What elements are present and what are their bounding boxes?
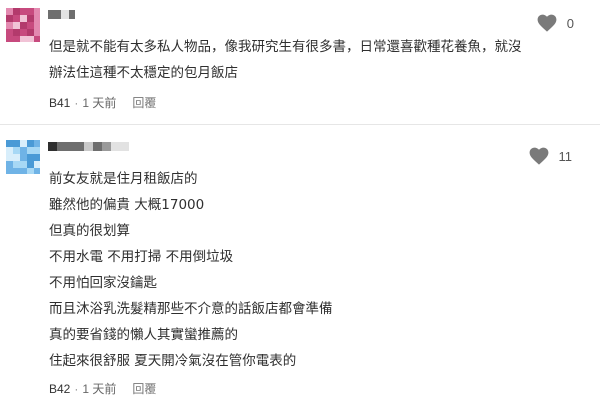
comment-line: 前女友就是住月租飯店的 xyxy=(49,171,198,187)
comment-divider xyxy=(0,124,600,125)
avatar-pixel xyxy=(27,140,34,147)
name-pixel xyxy=(120,142,129,151)
name-pixel xyxy=(66,142,75,151)
name-pixel xyxy=(69,10,75,19)
avatar[interactable] xyxy=(6,8,40,42)
avatar-pixel xyxy=(13,147,20,154)
like-button[interactable]: 0 xyxy=(537,14,574,32)
avatar-pixel xyxy=(20,22,27,29)
avatar-pixel xyxy=(6,161,13,168)
avatar-pixel xyxy=(13,168,20,174)
name-pixel xyxy=(102,142,111,151)
avatar-pixel xyxy=(6,154,13,161)
name-pixel xyxy=(57,142,66,151)
avatar-pixel xyxy=(34,36,40,42)
avatar-pixel xyxy=(13,29,20,36)
avatar-pixel xyxy=(27,22,34,29)
avatar-pixel xyxy=(6,140,13,147)
avatar-pixel xyxy=(34,15,40,22)
avatar-pixel xyxy=(27,168,34,174)
name-pixel xyxy=(93,142,102,151)
avatar-pixel xyxy=(6,15,13,22)
avatar-pixel xyxy=(6,168,13,174)
avatar-pixel xyxy=(6,147,13,154)
comment-body: 前女友就是住月租飯店的 雖然他的偏貴 大概17000 但真的很划算 不用水電 不… xyxy=(49,166,333,374)
name-pixel xyxy=(48,142,57,151)
avatar-pixel xyxy=(20,8,27,15)
avatar[interactable] xyxy=(6,140,40,174)
avatar-pixel xyxy=(20,140,27,147)
avatar-pixel xyxy=(13,22,20,29)
like-button[interactable]: 11 xyxy=(529,147,573,165)
avatar-pixel xyxy=(27,36,34,42)
avatar-pixel xyxy=(13,140,20,147)
floor-number: B42 xyxy=(49,381,71,396)
avatar-pixel xyxy=(6,22,13,29)
avatar-pixel xyxy=(6,29,13,36)
avatar-pixel xyxy=(13,36,20,42)
comment-meta: B42 · 1 天前 回覆 xyxy=(49,380,156,397)
avatar-pixel xyxy=(20,147,27,154)
avatar-pixel xyxy=(13,15,20,22)
avatar-pixel xyxy=(13,154,20,161)
name-pixel xyxy=(54,10,61,19)
avatar-pixel xyxy=(34,168,40,174)
reply-button[interactable]: 回覆 xyxy=(132,380,156,397)
comment-line: 辦法住這種不太穩定的包月飯店 xyxy=(49,65,238,81)
avatar-pixel xyxy=(20,29,27,36)
comment-b41: 0 但是就不能有太多私人物品，像我研究生有很多書，日常還喜歡種花養魚，就沒 辦法… xyxy=(0,0,600,124)
avatar-pixel xyxy=(27,161,34,168)
timestamp: 1 天前 xyxy=(82,96,117,110)
heart-icon xyxy=(529,147,548,165)
avatar-pixel xyxy=(20,15,27,22)
avatar-pixel xyxy=(13,161,20,168)
meta-separator: · xyxy=(74,95,79,110)
comment-line: 而且沐浴乳洗髮精那些不介意的話飯店都會準備 xyxy=(49,301,333,317)
comment-line: 但是就不能有太多私人物品，像我研究生有很多書，日常還喜歡種花養魚，就沒 xyxy=(49,39,522,55)
meta-separator: · xyxy=(74,381,79,396)
comment-line: 不用怕回家沒鑰匙 xyxy=(49,275,157,291)
avatar-pixel xyxy=(20,168,27,174)
name-pixel xyxy=(84,142,93,151)
comment-line: 但真的很划算 xyxy=(49,223,130,239)
like-count: 0 xyxy=(566,15,574,31)
comment-line: 住起來很舒服 夏天開冷氣沒在管你電表的 xyxy=(49,353,297,369)
avatar-pixel xyxy=(27,8,34,15)
avatar-pixel xyxy=(20,154,27,161)
avatar-pixel xyxy=(34,154,40,161)
comment-meta: B41 · 1 天前 回覆 xyxy=(49,94,156,111)
avatar-pixel xyxy=(20,161,27,168)
avatar-pixel xyxy=(20,36,27,42)
avatar-pixel xyxy=(6,36,13,42)
comment-line: 不用水電 不用打掃 不用倒垃圾 xyxy=(49,249,234,265)
comment-body: 但是就不能有太多私人物品，像我研究生有很多書，日常還喜歡種花養魚，就沒 辦法住這… xyxy=(49,34,522,86)
avatar-pixel xyxy=(13,8,20,15)
avatar-pixel xyxy=(6,8,13,15)
comment-b42: 11 前女友就是住月租飯店的 雖然他的偏貴 大概17000 但真的很划算 不用水… xyxy=(0,126,600,409)
avatar-pixel xyxy=(34,22,40,29)
comment-line: 雖然他的偏貴 大概17000 xyxy=(49,197,205,213)
floor-number: B41 xyxy=(49,95,71,110)
name-pixel xyxy=(75,142,84,151)
avatar-pixel xyxy=(34,161,40,168)
heart-icon xyxy=(537,14,557,32)
like-count: 11 xyxy=(558,148,573,164)
avatar-pixel xyxy=(27,154,34,161)
name-pixel xyxy=(111,142,120,151)
comment-line: 真的要省錢的懶人其實蠻推薦的 xyxy=(49,327,238,343)
timestamp: 1 天前 xyxy=(82,382,117,396)
avatar-pixel xyxy=(34,29,40,36)
reply-button[interactable]: 回覆 xyxy=(132,94,156,111)
avatar-pixel xyxy=(34,147,40,154)
avatar-pixel xyxy=(34,8,40,15)
avatar-pixel xyxy=(27,147,34,154)
name-pixel xyxy=(61,10,69,19)
avatar-pixel xyxy=(27,15,34,22)
avatar-pixel xyxy=(34,140,40,147)
avatar-pixel xyxy=(27,29,34,36)
